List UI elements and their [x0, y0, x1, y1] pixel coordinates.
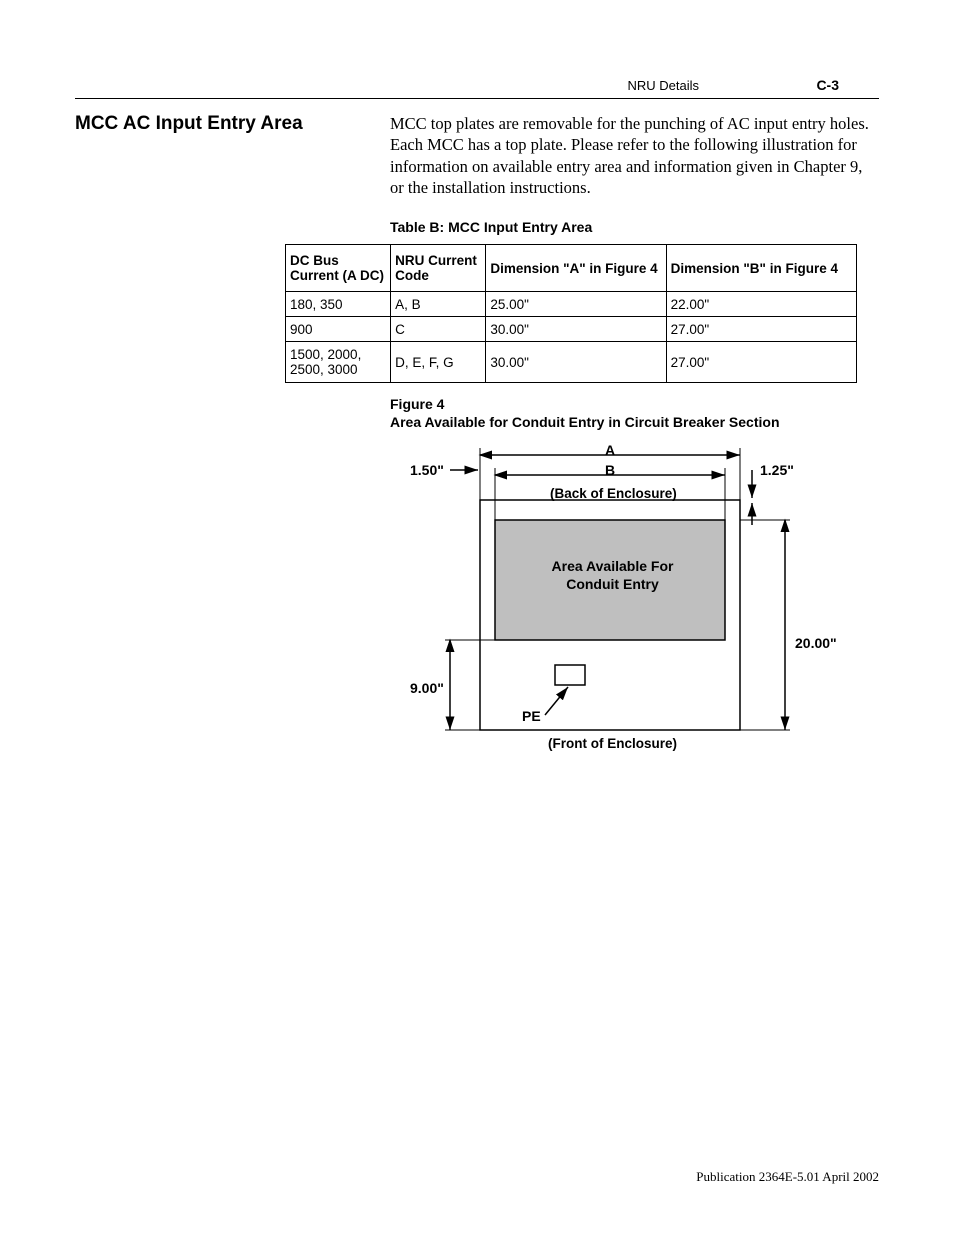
pe-label: PE [522, 708, 541, 724]
dim-b-label: B [605, 462, 615, 478]
table-header: NRU Current Code [391, 245, 486, 292]
front-enclosure-label: (Front of Enclosure) [548, 736, 677, 751]
dim-right-top-label: 1.25" [760, 462, 794, 478]
figure-title: Area Available for Conduit Entry in Circ… [390, 414, 780, 430]
table-cell: 30.00" [486, 342, 666, 383]
mcc-input-entry-table: DC Bus Current (A DC) NRU Current Code D… [285, 244, 857, 383]
table-header-row: DC Bus Current (A DC) NRU Current Code D… [286, 245, 857, 292]
footer-publication: Publication 2364E-5.01 April 2002 [696, 1169, 879, 1185]
table-cell: 27.00" [666, 342, 856, 383]
dim-left-side-label: 9.00" [410, 680, 444, 696]
table-cell: 25.00" [486, 292, 666, 317]
back-enclosure-label: (Back of Enclosure) [550, 486, 677, 501]
page-header: NRU Details C-3 [75, 78, 879, 99]
figure-caption: Figure 4 Area Available for Conduit Entr… [390, 395, 780, 431]
table-row: 900 C 30.00" 27.00" [286, 317, 857, 342]
table-row: 1500, 2000, 2500, 3000 D, E, F, G 30.00"… [286, 342, 857, 383]
figure-number: Figure 4 [390, 396, 444, 412]
dim-right-side-label: 20.00" [795, 635, 837, 651]
header-page-number: C-3 [816, 77, 839, 93]
table-cell: 180, 350 [286, 292, 391, 317]
table-row: 180, 350 A, B 25.00" 22.00" [286, 292, 857, 317]
dim-a-label: A [605, 442, 615, 458]
table-caption: Table B: MCC Input Entry Area [390, 219, 592, 235]
table-header: DC Bus Current (A DC) [286, 245, 391, 292]
table-header: Dimension "A" in Figure 4 [486, 245, 666, 292]
figure-4-diagram: 1.50" A B 1.25" (Back of Enclosure) Area… [390, 440, 860, 770]
table-cell: 27.00" [666, 317, 856, 342]
table-header: Dimension "B" in Figure 4 [666, 245, 856, 292]
area-label: Area Available For Conduit Entry [550, 558, 675, 593]
section-heading: MCC AC Input Entry Area [75, 113, 303, 135]
table-cell: 30.00" [486, 317, 666, 342]
dim-left-label: 1.50" [410, 462, 444, 478]
table-cell: 22.00" [666, 292, 856, 317]
table-cell: 1500, 2000, 2500, 3000 [286, 342, 391, 383]
table-cell: C [391, 317, 486, 342]
table-cell: D, E, F, G [391, 342, 486, 383]
section-paragraph: MCC top plates are removable for the pun… [390, 113, 880, 199]
table-cell: 900 [286, 317, 391, 342]
table-cell: A, B [391, 292, 486, 317]
header-title: NRU Details [627, 78, 699, 93]
